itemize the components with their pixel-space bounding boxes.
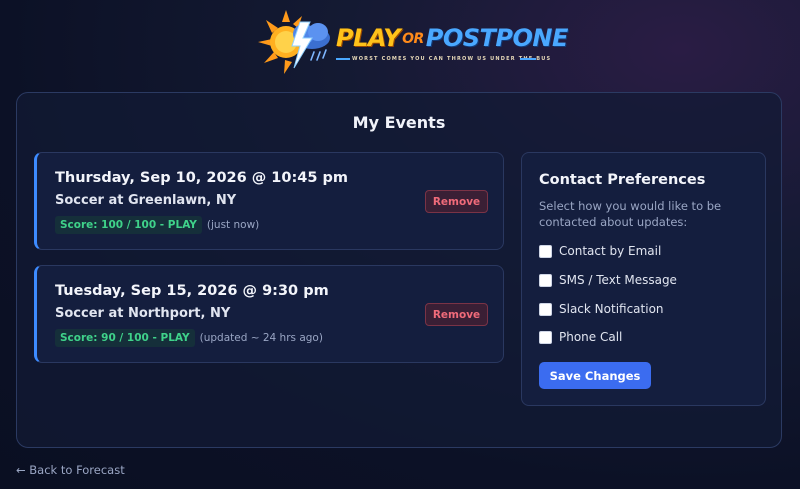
save-changes-button[interactable]: Save Changes — [539, 362, 651, 389]
email-checkbox[interactable] — [539, 244, 552, 258]
phone-checkbox[interactable] — [539, 330, 552, 344]
option-label: Contact by Email — [559, 244, 662, 258]
score-updated: (just now) — [206, 219, 260, 231]
logo-divider-left — [336, 58, 350, 60]
logo-or: OR — [402, 31, 424, 47]
option-label: Slack Notification — [559, 302, 664, 316]
page-title: My Events — [352, 113, 446, 132]
option-sms[interactable]: SMS / Text Message — [539, 273, 677, 287]
logo-postpone: POSTPONE — [425, 24, 569, 52]
score-updated: (updated ~ 24 hrs ago) — [199, 332, 323, 344]
remove-button[interactable]: Remove — [425, 190, 488, 213]
contact-preferences-card: Contact Preferences Select how you would… — [521, 152, 766, 406]
score-badge: Score: 100 / 100 - PLAY — [55, 216, 202, 234]
logo-play: PLAY — [336, 24, 401, 52]
app-logo[interactable]: PLAY ORPOSTPONE WORST COMES YOU CAN THROW… — [256, 6, 568, 76]
logo-wordmark: PLAY ORPOSTPONE — [336, 24, 568, 52]
score-row: Score: 100 / 100 - PLAY (just now) — [55, 216, 259, 234]
event-location: Soccer at Greenlawn, NY — [55, 193, 237, 208]
score-badge: Score: 90 / 100 - PLAY — [55, 329, 195, 347]
contact-description: Select how you would like to be contacte… — [539, 199, 722, 229]
back-to-forecast-link[interactable]: ← Back to Forecast — [16, 463, 125, 477]
event-location: Soccer at Northport, NY — [55, 306, 231, 321]
logo-divider-right — [520, 58, 536, 60]
contact-title: Contact Preferences — [539, 172, 706, 188]
slack-checkbox[interactable] — [539, 302, 552, 316]
option-slack[interactable]: Slack Notification — [539, 302, 664, 316]
sun-storm-cloud-icon — [258, 10, 330, 74]
event-card: Tuesday, Sep 15, 2026 @ 9:30 pm Soccer a… — [34, 265, 504, 363]
events-panel: My Events Thursday, Sep 10, 2026 @ 10:45… — [16, 92, 782, 448]
remove-button[interactable]: Remove — [425, 303, 488, 326]
score-row: Score: 90 / 100 - PLAY (updated ~ 24 hrs… — [55, 329, 323, 347]
event-date: Thursday, Sep 10, 2026 @ 10:45 pm — [55, 170, 349, 186]
option-email[interactable]: Contact by Email — [539, 244, 661, 258]
event-card: Thursday, Sep 10, 2026 @ 10:45 pm Soccer… — [34, 152, 504, 250]
option-phone[interactable]: Phone Call — [539, 330, 622, 344]
sms-checkbox[interactable] — [539, 273, 552, 287]
event-date: Tuesday, Sep 15, 2026 @ 9:30 pm — [55, 283, 329, 299]
option-label: Phone Call — [559, 330, 623, 344]
option-label: SMS / Text Message — [559, 273, 677, 287]
